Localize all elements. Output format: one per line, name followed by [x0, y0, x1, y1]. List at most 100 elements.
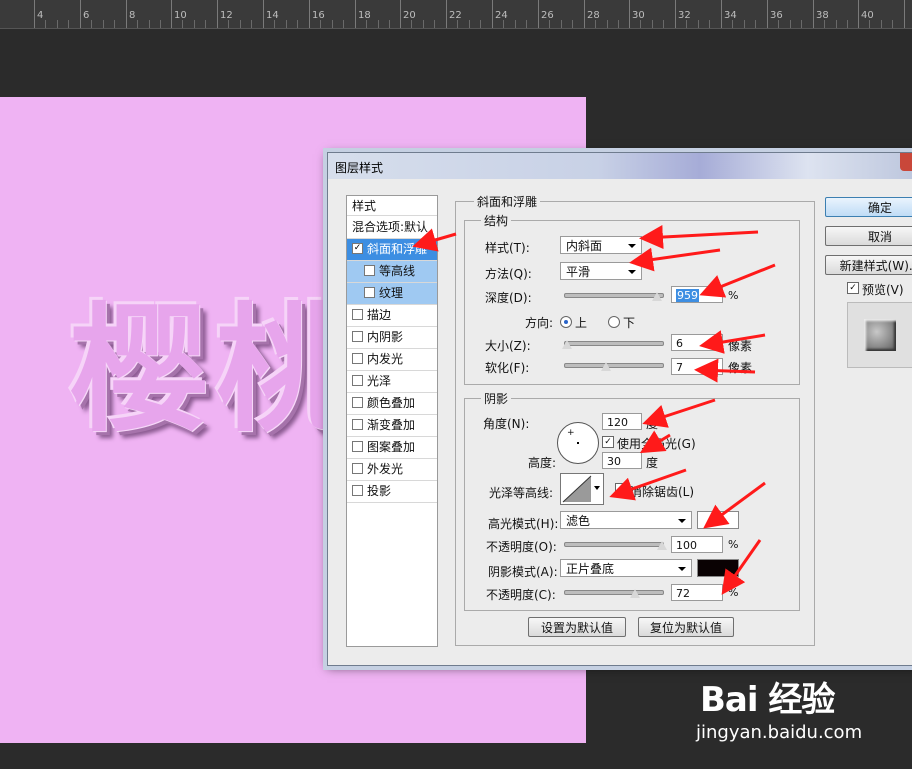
ruler-minor-tick	[366, 20, 367, 28]
soften-input[interactable]: 7	[671, 358, 723, 375]
style-list-item[interactable]: ✓ 斜面和浮雕	[347, 239, 437, 261]
soften-slider[interactable]	[564, 363, 664, 368]
style-checkbox[interactable]	[364, 265, 375, 276]
style-checkbox[interactable]	[352, 485, 363, 496]
make-default-button[interactable]: 设置为默认值	[528, 617, 626, 637]
ruler-minor-tick	[744, 20, 745, 28]
bevel-style-value: 内斜面	[566, 239, 603, 253]
ruler-major-tick	[126, 0, 127, 28]
ruler-minor-tick	[847, 20, 848, 28]
ruler-major-tick	[171, 0, 172, 28]
direction-up-radio[interactable]	[560, 316, 572, 328]
ruler-minor-tick	[881, 20, 882, 28]
crosshair-icon: +	[567, 428, 575, 438]
style-checkbox[interactable]	[352, 397, 363, 408]
ruler-label: 12	[220, 10, 233, 21]
ruler-major-tick	[675, 0, 676, 28]
style-list-item[interactable]: 光泽	[347, 371, 437, 393]
ruler-minor-tick	[68, 20, 69, 28]
shadow-color-swatch[interactable]	[697, 559, 739, 577]
highlight-color-swatch[interactable]	[697, 511, 739, 529]
direction-down-radio[interactable]	[608, 316, 620, 328]
bevel-style-select[interactable]: 内斜面	[560, 236, 642, 254]
ruler-major-tick	[263, 0, 264, 28]
ruler-major-tick	[858, 0, 859, 28]
cancel-button[interactable]: 取消	[825, 226, 912, 246]
ruler-minor-tick	[103, 20, 104, 28]
shadow-mode-select[interactable]: 正片叠底	[560, 559, 692, 577]
style-checkbox[interactable]	[352, 441, 363, 452]
ruler-major-tick	[767, 0, 768, 28]
ruler-minor-tick	[824, 20, 825, 28]
layer-style-dialog: 图层样式 样式 混合选项:默认 ✓ 斜面和浮雕 等高线 纹理 描边 内阴影 内发光 光泽 颜色叠加…	[327, 152, 912, 666]
style-list-item[interactable]: 图案叠加	[347, 437, 437, 459]
altitude-input[interactable]: 30	[602, 452, 642, 469]
ruler-minor-tick	[618, 20, 619, 28]
ruler-minor-tick	[160, 20, 161, 28]
bevel-emboss-title: 斜面和浮雕	[474, 193, 541, 210]
ruler-major-tick	[355, 0, 356, 28]
style-list-item[interactable]: 混合选项:默认	[347, 217, 442, 239]
style-list-label: 描边	[367, 308, 392, 322]
size-slider-thumb[interactable]	[561, 340, 572, 349]
reset-default-button[interactable]: 复位为默认值	[638, 617, 734, 637]
highlight-opacity-input[interactable]: 100	[671, 536, 723, 553]
ruler-minor-tick	[297, 20, 298, 28]
depth-slider-thumb[interactable]	[652, 292, 663, 301]
ruler-minor-tick	[45, 20, 46, 28]
anti-alias-checkbox[interactable]	[615, 483, 627, 495]
style-checkbox[interactable]	[352, 419, 363, 430]
chevron-down-icon	[678, 519, 686, 523]
shadow-mode-value: 正片叠底	[566, 562, 615, 576]
size-input[interactable]: 6	[671, 334, 723, 351]
style-list-item[interactable]: 外发光	[347, 459, 437, 481]
preview-checkbox[interactable]: ✓	[847, 282, 859, 294]
ruler-minor-tick	[503, 20, 504, 28]
dialog-titlebar[interactable]	[328, 153, 912, 179]
shadow-opacity-thumb[interactable]	[629, 589, 640, 598]
style-checkbox[interactable]	[352, 309, 363, 320]
new-style-button[interactable]: 新建样式(W)...	[825, 255, 912, 275]
style-list-label: 纹理	[379, 286, 404, 300]
global-light-checkbox[interactable]: ✓	[602, 436, 614, 448]
technique-select[interactable]: 平滑	[560, 262, 642, 280]
style-list-item[interactable]: 纹理	[347, 283, 437, 305]
size-slider[interactable]	[564, 341, 664, 346]
style-checkbox[interactable]	[352, 331, 363, 342]
ruler-major-tick	[584, 0, 585, 28]
styles-list: 样式 混合选项:默认 ✓ 斜面和浮雕 等高线纹理描边内阴影 内发光 光泽 颜色叠加渐变叠加图…	[346, 195, 442, 647]
depth-input[interactable]: 959	[671, 286, 723, 303]
style-list-item[interactable]: 渐变叠加	[347, 415, 437, 437]
depth-label: 深度(D):	[485, 291, 532, 305]
styles-list-header[interactable]: 样式	[347, 196, 437, 216]
style-list-item[interactable]: 投影	[347, 481, 437, 503]
close-button[interactable]	[900, 153, 912, 171]
style-checkbox[interactable]	[352, 353, 363, 364]
shadow-opacity-slider[interactable]	[564, 590, 664, 595]
style-list-item[interactable]: 内阴影	[347, 327, 437, 349]
style-list-item[interactable]: 描边	[347, 305, 437, 327]
ruler-major-tick	[217, 0, 218, 28]
style-checkbox[interactable]	[364, 287, 375, 298]
style-checkbox[interactable]: ✓	[352, 243, 363, 254]
soften-slider-thumb[interactable]	[601, 362, 612, 371]
shadow-opacity-input[interactable]: 72	[671, 584, 723, 601]
ruler-major-tick	[309, 0, 310, 28]
angle-dial[interactable]: +	[557, 422, 599, 464]
style-checkbox[interactable]	[352, 463, 363, 474]
highlight-mode-select[interactable]: 滤色	[560, 511, 692, 529]
highlight-opacity-thumb[interactable]	[657, 541, 667, 550]
style-list-item[interactable]: 内发光	[347, 349, 437, 371]
highlight-opacity-slider[interactable]	[564, 542, 664, 547]
depth-slider[interactable]	[564, 293, 664, 298]
style-list-item[interactable]: 颜色叠加	[347, 393, 437, 415]
gloss-contour-picker[interactable]	[560, 473, 604, 505]
altitude-unit: 度	[646, 456, 659, 470]
ok-button[interactable]: 确定	[825, 197, 912, 217]
angle-input[interactable]: 120	[602, 413, 642, 430]
watermark-brand: Bai 经验	[700, 680, 835, 720]
style-checkbox[interactable]	[352, 375, 363, 386]
ruler-minor-tick	[755, 20, 756, 28]
style-list-item[interactable]: 等高线	[347, 261, 437, 283]
style-list-label: 渐变叠加	[367, 418, 416, 432]
